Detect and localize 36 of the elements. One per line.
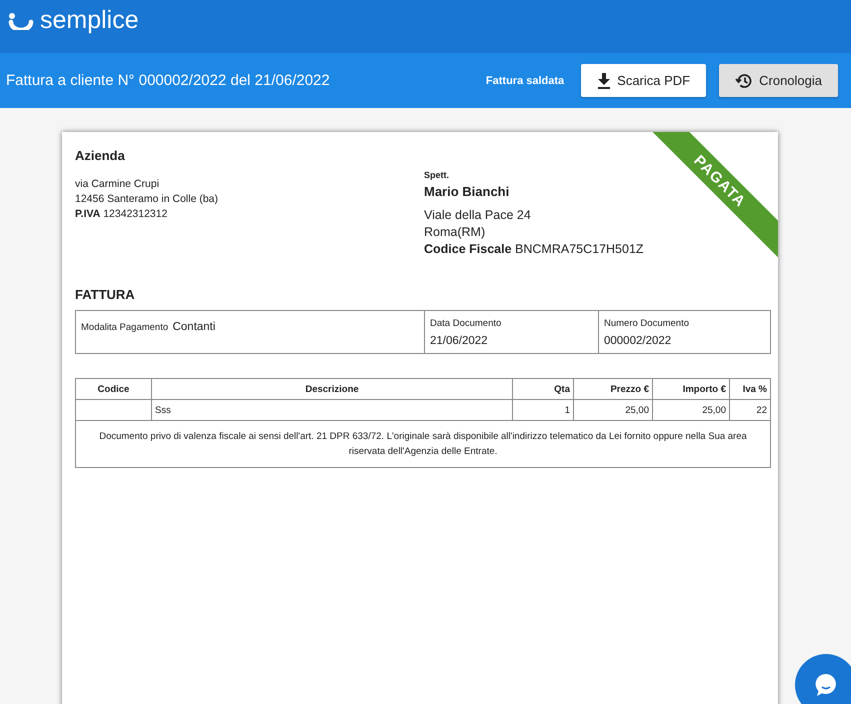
- info-value: 21/06/2022: [430, 335, 488, 347]
- download-button[interactable]: Scarica PDF: [581, 64, 706, 97]
- brand-name: semplice: [40, 6, 139, 35]
- chat-bubble-icon: [813, 672, 839, 698]
- legal-note: Documento privo di valenza fiscale ai sensi dell'art. 21 DPR 633/72. L'originale sarà disponibile all'indirizzo telematico da Lei fornito oppure nella Sua area riservata dell'Agenzia delle Entrate.: [76, 420, 770, 468]
- table-cell: 25,00: [652, 400, 730, 420]
- column-header: Qta: [512, 378, 574, 400]
- smile-logo-icon: [8, 12, 34, 30]
- info-label: Numero Documento: [604, 318, 690, 329]
- column-header: Prezzo €: [574, 378, 652, 400]
- info-label: Data Documento: [430, 318, 502, 329]
- payment-label: Modalita Pagamento: [81, 322, 168, 333]
- column-header: Descrizione: [152, 378, 512, 400]
- seller-address-line: 12456 Santeramo in Colle (ba): [75, 192, 220, 207]
- table-cell: Sss: [152, 400, 512, 420]
- chat-button[interactable]: [795, 654, 851, 704]
- table-cell: 1: [512, 400, 574, 420]
- payment-value: Contanti: [172, 321, 216, 333]
- recipient-address-line: Codice Fiscale BNCMRA75C17H501Z: [424, 241, 645, 258]
- recipient-address-line: Viale della Pace 24: [424, 207, 532, 224]
- recipient-address-line: Roma(RM): [424, 224, 486, 241]
- info-value: 000002/2022: [604, 335, 672, 347]
- table-cell: 25,00: [574, 400, 652, 420]
- page-title: Fattura a cliente N° 000002/2022 del 21/06/2022: [6, 72, 331, 89]
- download-icon: [597, 72, 612, 88]
- history-icon: [735, 72, 754, 88]
- column-header: Iva %: [730, 378, 770, 400]
- seller-address-line: P.IVA 12342312312: [75, 207, 168, 222]
- seller-address-line: via Carmine Crupi: [75, 177, 160, 192]
- document-title: FATTURA: [75, 287, 136, 302]
- history-button[interactable]: Cronologia: [719, 64, 838, 97]
- column-header: Importo €: [652, 378, 730, 400]
- table-cell: 22: [730, 400, 770, 420]
- seller-name: Azienda: [75, 148, 126, 163]
- payment-status: Fattura saldata: [486, 74, 564, 86]
- column-header: Codice: [76, 378, 152, 400]
